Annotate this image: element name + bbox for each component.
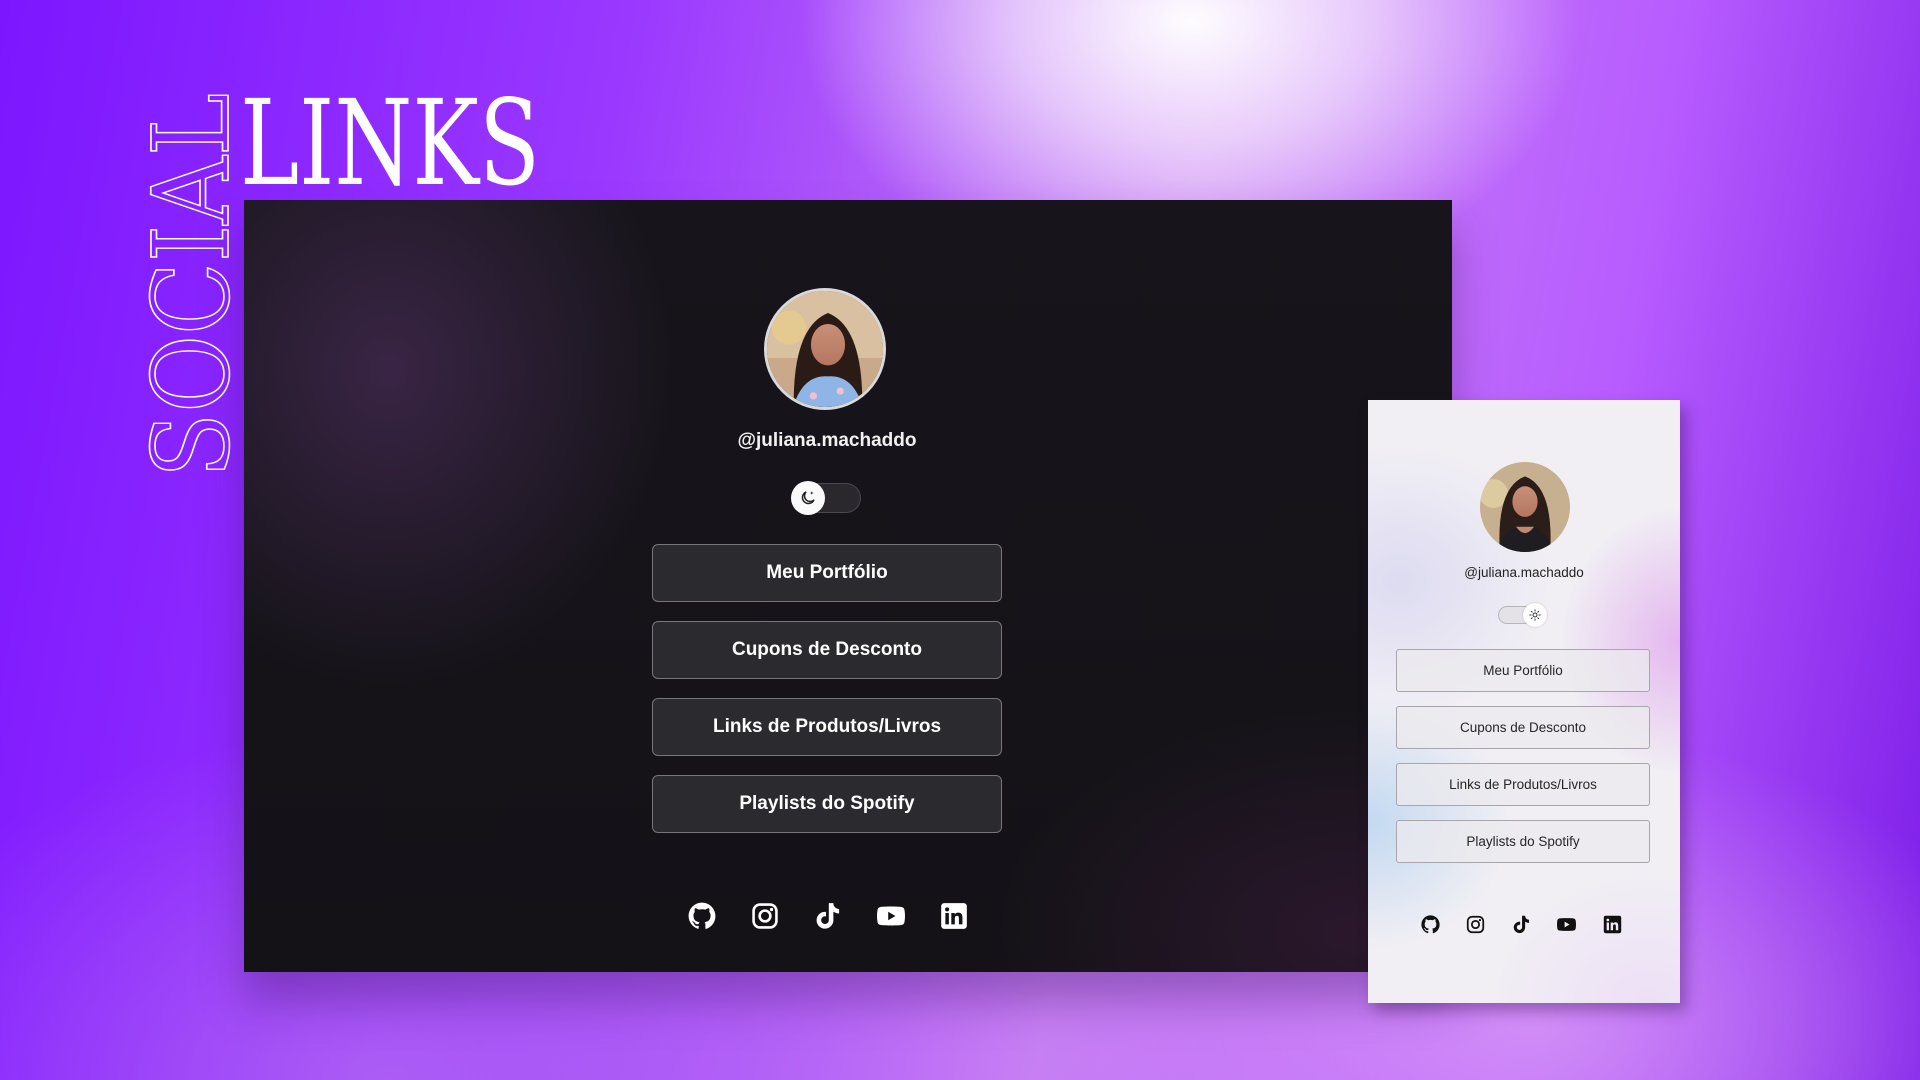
avatar bbox=[764, 288, 886, 410]
spotify-playlists-button[interactable]: Playlists do Spotify bbox=[1396, 820, 1650, 863]
mobile-preview: @juliana.machaddo Meu Portfólio Cupons d… bbox=[1368, 400, 1680, 1003]
links-title: LINKS bbox=[240, 80, 560, 190]
products-links-button[interactable]: Links de Produtos/Livros bbox=[1396, 763, 1650, 806]
github-icon[interactable] bbox=[688, 902, 716, 930]
sun-icon bbox=[1529, 609, 1541, 621]
moon-icon bbox=[799, 489, 817, 507]
coupons-button[interactable]: Cupons de Desconto bbox=[652, 621, 1002, 679]
linkedin-icon[interactable] bbox=[1603, 915, 1622, 934]
svg-text:SOCIAL: SOCIAL bbox=[130, 93, 245, 478]
toggle-knob bbox=[1523, 603, 1547, 627]
github-icon[interactable] bbox=[1421, 915, 1440, 934]
instagram-icon[interactable] bbox=[751, 902, 779, 930]
svg-text:LINKS: LINKS bbox=[240, 80, 540, 190]
spotify-playlists-button[interactable]: Playlists do Spotify bbox=[652, 775, 1002, 833]
products-links-button[interactable]: Links de Produtos/Livros bbox=[652, 698, 1002, 756]
tiktok-icon[interactable] bbox=[1512, 915, 1531, 934]
portfolio-button[interactable]: Meu Portfólio bbox=[1396, 649, 1650, 692]
username: @juliana.machaddo bbox=[737, 430, 917, 451]
coupons-button[interactable]: Cupons de Desconto bbox=[1396, 706, 1650, 749]
youtube-icon[interactable] bbox=[877, 902, 905, 930]
theme-toggle[interactable] bbox=[1498, 603, 1547, 627]
theme-toggle[interactable] bbox=[791, 481, 861, 515]
avatar bbox=[1480, 462, 1570, 552]
desktop-preview: @juliana.machaddo Meu Portfólio Cupons d… bbox=[244, 200, 1452, 972]
linkedin-icon[interactable] bbox=[940, 902, 968, 930]
social-title: SOCIAL bbox=[130, 90, 245, 480]
tiktok-icon[interactable] bbox=[814, 902, 842, 930]
username: @juliana.machaddo bbox=[1464, 565, 1584, 580]
toggle-knob bbox=[791, 481, 825, 515]
portfolio-button[interactable]: Meu Portfólio bbox=[652, 544, 1002, 602]
instagram-icon[interactable] bbox=[1466, 915, 1485, 934]
youtube-icon[interactable] bbox=[1557, 915, 1576, 934]
